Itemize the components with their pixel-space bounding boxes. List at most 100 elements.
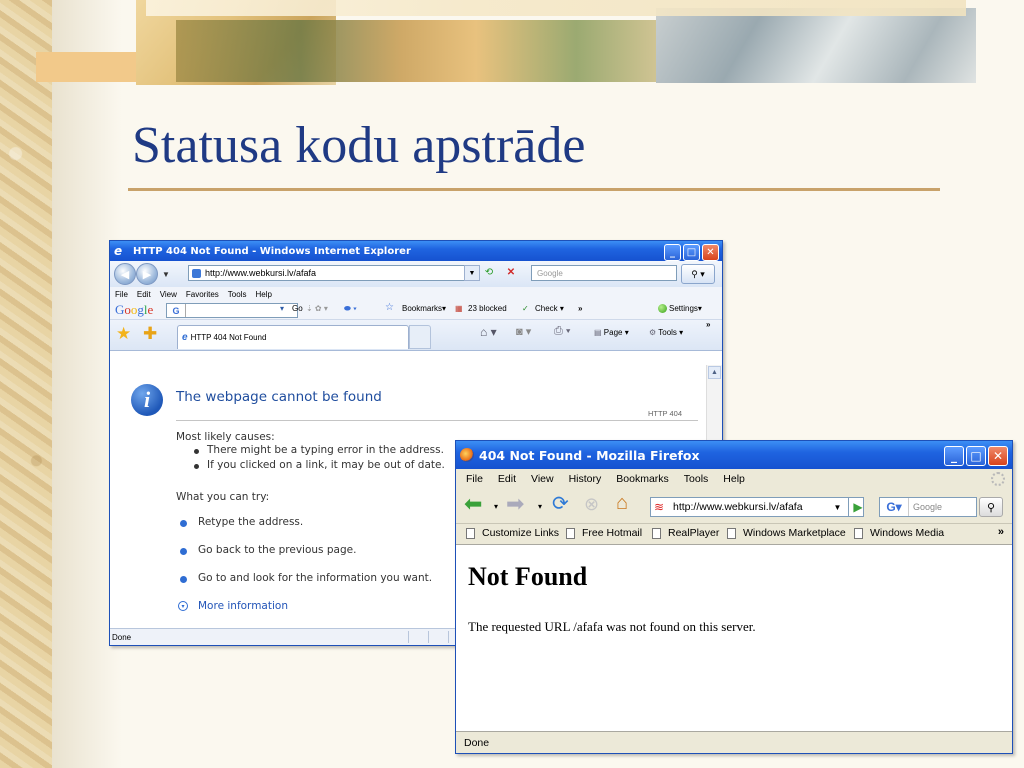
back-icon[interactable]: ◀ — [114, 263, 136, 285]
minimize-button[interactable]: _ — [944, 446, 964, 466]
bookmark-item[interactable]: Windows Marketplace — [727, 527, 846, 539]
page-menu-button[interactable]: ▤ Page ▾ — [594, 328, 629, 337]
feeds-icon[interactable]: ◙ ▾ — [516, 325, 531, 338]
ie-titlebar[interactable]: e HTTP 404 Not Found - Windows Internet … — [110, 241, 722, 261]
try-item: Go back to the previous page. — [198, 544, 357, 556]
google-bookmarks-button[interactable]: Bookmarks▾ — [402, 304, 446, 313]
close-button[interactable]: ✕ — [702, 244, 719, 261]
bookmark-item[interactable]: Customize Links — [466, 527, 559, 539]
ff-status-text: Done — [464, 736, 490, 749]
back-dropdown-icon[interactable]: ▾ — [494, 503, 498, 511]
not-found-message: The requested URL /afafa was not found o… — [468, 619, 756, 634]
ff-search-input[interactable]: G▾ Google — [879, 497, 977, 517]
google-more-button[interactable]: » — [578, 304, 582, 313]
menu-view[interactable]: View — [160, 290, 177, 299]
refresh-icon[interactable]: ⟲ — [482, 265, 496, 279]
cmd-more-button[interactable]: » — [706, 320, 710, 329]
ie-url-input[interactable]: http://www.webkursi.lv/afafa — [188, 265, 472, 281]
cause-item: There might be a typing error in the add… — [207, 444, 444, 456]
page-icon — [566, 527, 575, 539]
bookmarks-more-button[interactable]: » — [998, 526, 1004, 538]
page-icon — [192, 269, 201, 278]
forward-dropdown-icon[interactable]: ▾ — [538, 503, 542, 511]
bullet — [180, 576, 187, 583]
info-icon: i — [131, 384, 163, 416]
popup-blocked-button[interactable]: 23 blocked — [468, 304, 507, 313]
bookmarks-star-icon: ☆ — [385, 302, 394, 313]
stop-icon[interactable]: ✕ — [504, 265, 518, 279]
menu-file[interactable]: File — [466, 473, 483, 485]
google-search-input[interactable]: G — [166, 303, 298, 318]
tools-gear-icon: ⚙ — [649, 328, 659, 337]
google-settings-button[interactable]: Settings▾ — [658, 304, 702, 314]
home-icon[interactable]: ⌂ ▾ — [480, 325, 497, 339]
menu-tools[interactable]: Tools — [228, 290, 247, 299]
url-dropdown-icon[interactable]: ▼ — [827, 497, 849, 517]
menu-file[interactable]: File — [115, 290, 128, 299]
bookmark-item[interactable]: RealPlayer — [652, 527, 719, 539]
page-icon: ▤ — [594, 328, 604, 337]
maximize-button[interactable]: □ — [966, 446, 986, 466]
new-tab-button[interactable] — [409, 325, 431, 349]
ie-window-title: HTTP 404 Not Found - Windows Internet Ex… — [133, 245, 411, 257]
expand-icon[interactable]: ▾ — [178, 601, 188, 611]
google-toolbar: Google G ▾ Go ⇣ ✿ ▾ ⬬ ▾ ☆ Bookmarks▾ ▦ 2… — [110, 301, 722, 320]
more-information-link[interactable]: More information — [198, 600, 288, 612]
stop-icon[interactable]: ⊗ — [584, 495, 599, 513]
spellcheck-icon: ✓ — [522, 304, 529, 313]
page-icon — [652, 527, 661, 539]
cause-item: If you clicked on a link, it may be out … — [207, 459, 445, 471]
google-engine-icon[interactable]: G▾ — [880, 498, 909, 516]
go-icon[interactable]: ▶ — [848, 497, 868, 517]
ie-tab-row: ★ ✚ e HTTP 404 Not Found ⌂ ▾ ◙ ▾ ⎙ ▾ ▤ P… — [110, 320, 722, 351]
ff-page-content: Not Found The requested URL /afafa was n… — [456, 546, 1012, 729]
spellcheck-button[interactable]: Check ▾ — [535, 304, 564, 313]
menu-tools[interactable]: Tools — [684, 473, 709, 485]
ff-window-title: 404 Not Found - Mozilla Firefox — [479, 447, 700, 463]
menu-edit[interactable]: Edit — [498, 473, 516, 485]
reload-icon[interactable]: ⟳ — [552, 494, 569, 514]
menu-help[interactable]: Help — [723, 473, 745, 485]
minimize-button[interactable]: _ — [664, 244, 681, 261]
menu-bookmarks[interactable]: Bookmarks — [616, 473, 669, 485]
maximize-button[interactable]: □ — [683, 244, 700, 261]
tab-http-404[interactable]: e HTTP 404 Not Found — [177, 325, 409, 349]
close-button[interactable]: ✕ — [988, 446, 1008, 466]
google-tools-icon[interactable]: ⇣ ✿ ▾ — [306, 304, 328, 313]
favorites-center-icon[interactable]: ★ — [116, 325, 131, 342]
menu-edit[interactable]: Edit — [137, 290, 151, 299]
slide-title: Statusa kodu apstrāde — [132, 117, 586, 174]
add-favorite-icon[interactable]: ✚ — [143, 325, 157, 342]
bullet — [180, 520, 187, 527]
ie-search-input[interactable]: Google — [531, 265, 677, 281]
home-icon[interactable]: ⌂ — [616, 493, 628, 513]
menu-history[interactable]: History — [569, 473, 602, 485]
popup-blocked-icon: ▦ — [455, 304, 463, 313]
ff-status-bar: Done — [456, 731, 1012, 753]
try-item: Go to and look for the information you w… — [198, 572, 433, 584]
back-icon[interactable]: ⬅ — [464, 493, 482, 515]
decorative-side-strip — [0, 0, 52, 768]
ie-menu-bar: File Edit View Favorites Tools Help — [110, 287, 722, 301]
scroll-up-icon[interactable]: ▲ — [708, 366, 721, 379]
forward-icon[interactable]: ▶ — [136, 263, 158, 285]
forward-icon[interactable]: ➡ — [506, 493, 524, 515]
google-dropdown-icon[interactable]: ▾ — [280, 304, 284, 313]
menu-help[interactable]: Help — [255, 290, 271, 299]
url-dropdown-icon[interactable]: ▼ — [464, 265, 480, 281]
tools-menu-button[interactable]: ⚙ Tools ▾ — [649, 328, 683, 337]
error-code: HTTP 404 — [647, 409, 682, 418]
search-icon[interactable]: ⚲ — [979, 497, 1003, 517]
menu-favorites[interactable]: Favorites — [186, 290, 219, 299]
throbber-icon — [991, 472, 1005, 486]
bookmark-item[interactable]: Windows Media — [854, 527, 944, 539]
google-news-icon[interactable]: ⬬ ▾ — [344, 304, 357, 314]
ie-status-text: Done — [112, 632, 132, 642]
menu-view[interactable]: View — [531, 473, 554, 485]
ff-titlebar[interactable]: 404 Not Found - Mozilla Firefox _ □ ✕ — [456, 441, 1012, 469]
bookmark-item[interactable]: Free Hotmail — [566, 527, 642, 539]
history-dropdown-icon[interactable]: ▼ — [162, 270, 170, 279]
search-icon[interactable]: ⚲ ▾ — [681, 264, 715, 284]
google-go-button[interactable]: Go — [292, 304, 303, 313]
print-icon[interactable]: ⎙ ▾ — [554, 325, 570, 338]
